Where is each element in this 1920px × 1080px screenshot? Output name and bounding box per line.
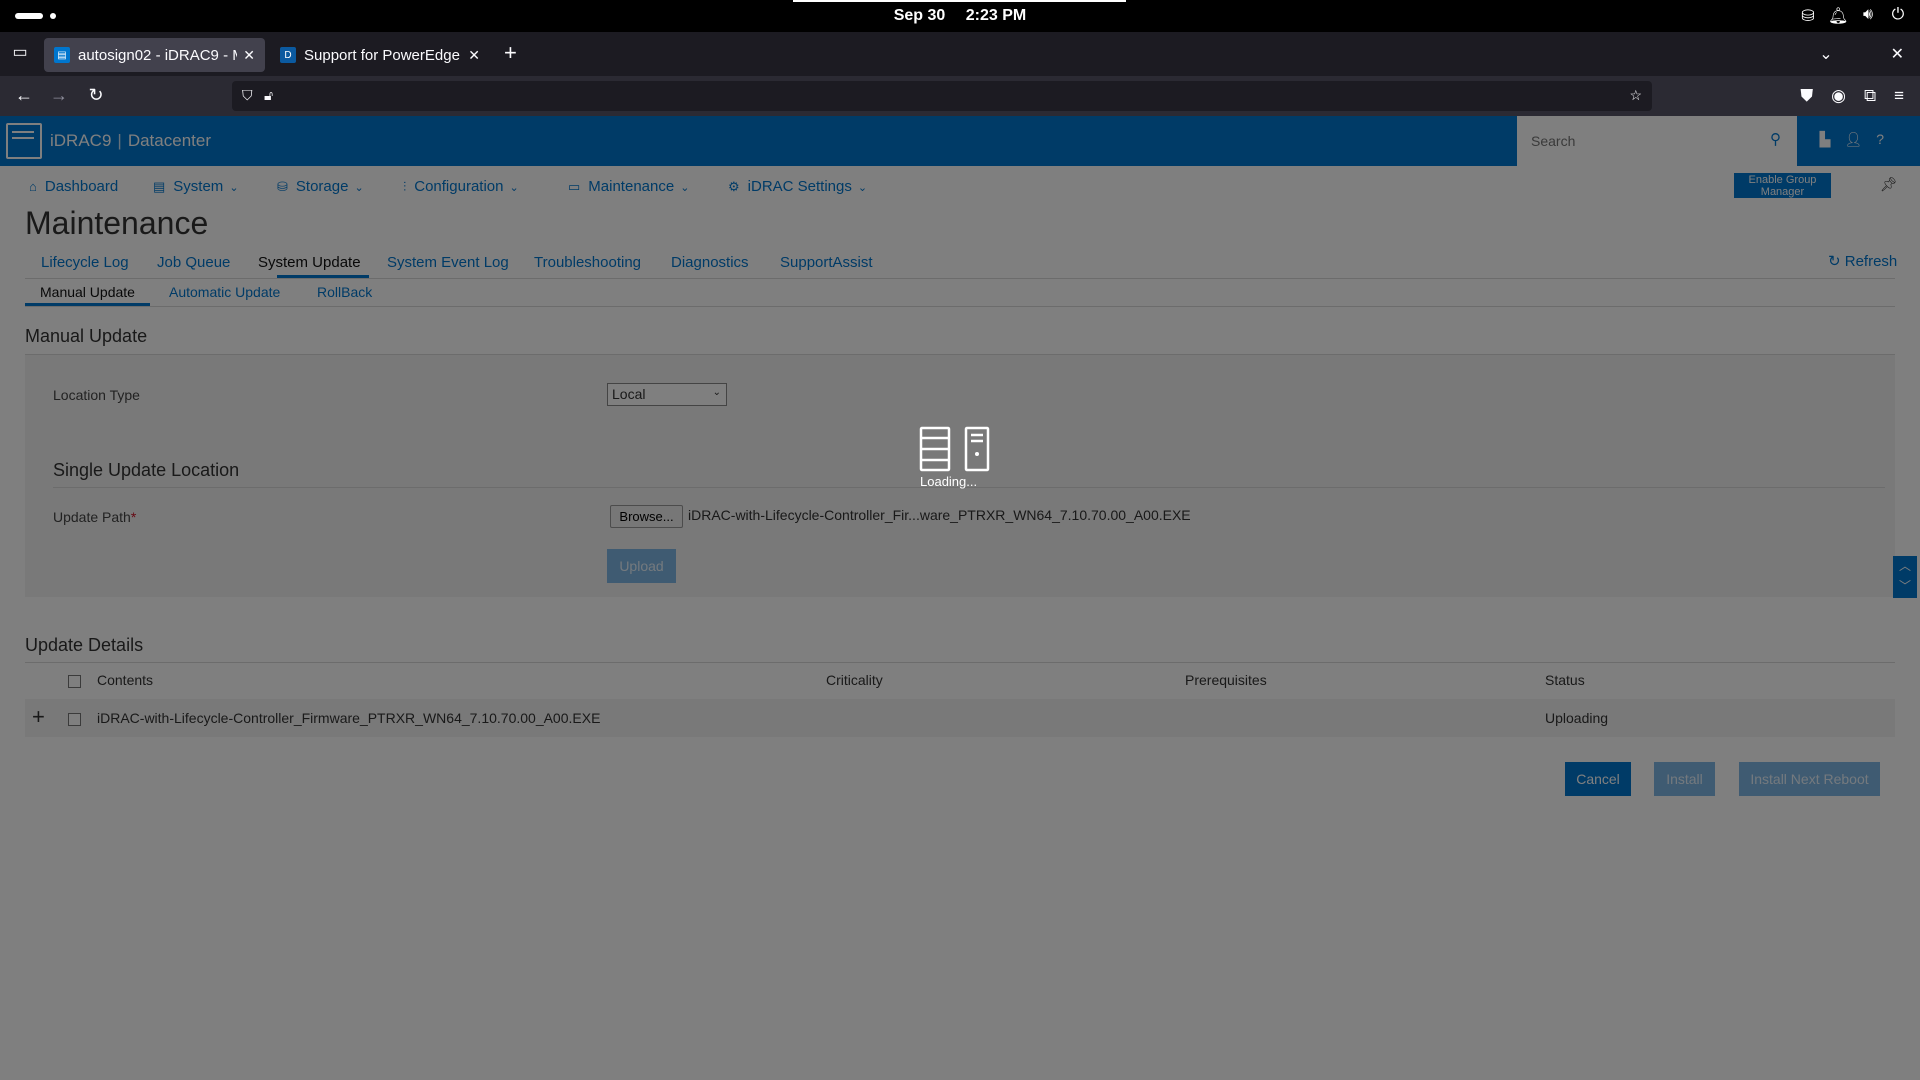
idrac-favicon-icon: ▤	[54, 47, 70, 63]
account-icon[interactable]: ◉	[1831, 86, 1846, 106]
menu-hamburger-icon[interactable]: ≡	[1894, 86, 1904, 106]
clock-time: 2:23 PM	[965, 7, 1027, 24]
active-window-indicator	[793, 0, 1126, 2]
os-top-bar: Sep 30 2:23 PM ⛁ 🔔︎ 🔊︎ ⏻	[0, 0, 1920, 32]
loading-overlay	[0, 116, 1920, 1080]
shield-icon[interactable]: ⛉	[242, 87, 253, 104]
browser-nav-bar: ← → ↻ ⛉ 🔓︎ ☆ ⛊ ◉ ⧉ ≡	[0, 76, 1920, 116]
network-icon: ⛁	[1801, 8, 1815, 25]
bookmark-star-icon[interactable]: ☆	[1629, 87, 1642, 104]
tab-title: Support for PowerEdge R	[304, 46, 463, 64]
volume-icon: 🔊︎	[1862, 6, 1874, 23]
browser-tab-support[interactable]: D Support for PowerEdge R ✕	[270, 38, 490, 72]
back-arrow-icon[interactable]: ←	[13, 85, 35, 106]
forward-arrow-icon[interactable]: →	[48, 85, 70, 106]
close-window-icon[interactable]: ✕	[1891, 44, 1904, 64]
browser-tab-strip: ▭ ▤ autosign02 - iDRAC9 - Ma ✕ D Support…	[0, 32, 1920, 76]
close-tab-icon[interactable]: ✕	[468, 47, 480, 64]
notification-bell-icon: 🔔︎	[1828, 8, 1849, 25]
power-icon: ⏻	[1891, 6, 1905, 23]
list-all-tabs-icon[interactable]: ⌄	[1819, 44, 1832, 64]
url-bar[interactable]: ⛉ 🔓︎ ☆	[232, 81, 1652, 111]
dell-favicon-icon: D	[280, 47, 296, 63]
new-tab-icon[interactable]: +	[504, 42, 517, 64]
extensions-icon[interactable]: ⧉	[1864, 86, 1876, 106]
lock-warning-icon[interactable]: 🔓︎	[264, 87, 273, 104]
url-input[interactable]	[286, 85, 1586, 107]
tab-title: autosign02 - iDRAC9 - Ma	[78, 46, 238, 64]
pocket-icon[interactable]: ⛊	[1800, 86, 1813, 106]
loading-text: Loading...	[920, 474, 978, 489]
system-tray[interactable]: ⛁ 🔔︎ 🔊︎ ⏻	[1798, 6, 1908, 26]
browser-tab-idrac[interactable]: ▤ autosign02 - iDRAC9 - Ma ✕	[44, 38, 265, 72]
reload-icon[interactable]: ↻	[85, 85, 107, 106]
close-tab-icon[interactable]: ✕	[243, 47, 255, 64]
clock[interactable]: Sep 30 2:23 PM	[0, 7, 1920, 25]
clock-date: Sep 30	[893, 7, 946, 24]
tab-overview-icon[interactable]: ▭	[10, 42, 30, 62]
